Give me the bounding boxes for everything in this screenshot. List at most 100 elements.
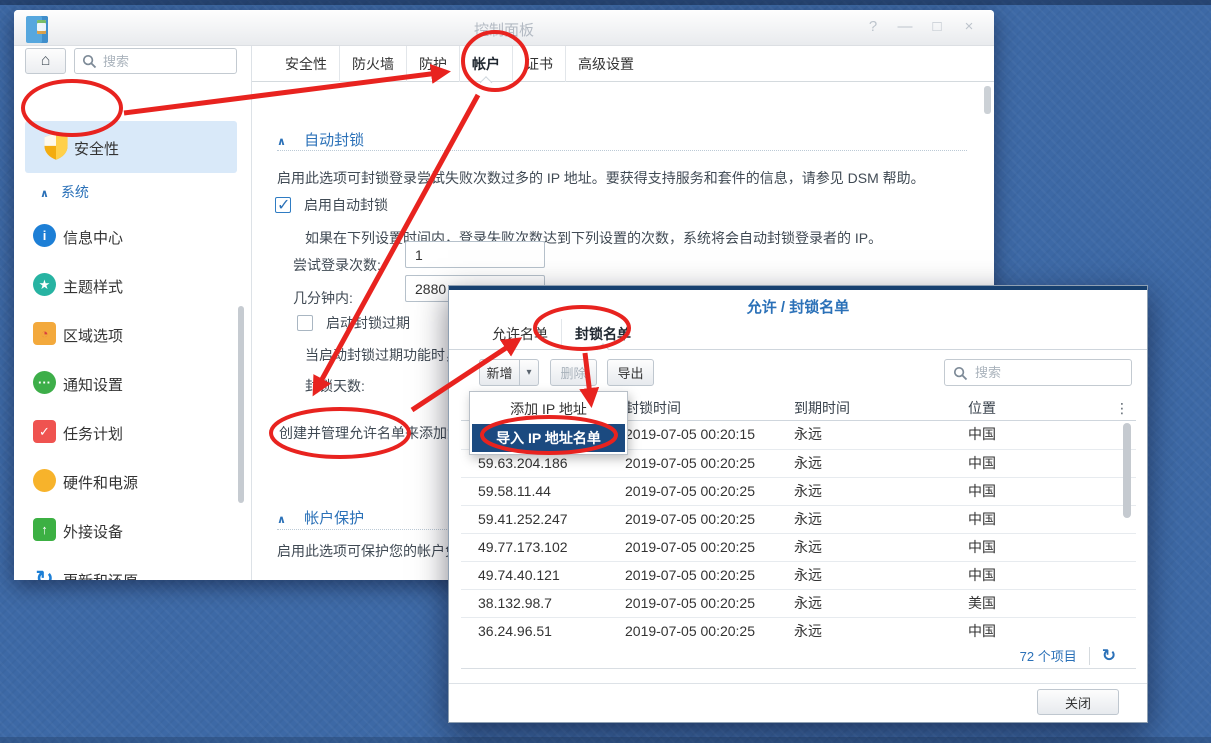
sidebar-item[interactable]: ✓ 任务计划 (14, 407, 252, 456)
sidebar-item[interactable]: ◔ 区域选项 (14, 309, 252, 358)
enable-block-expiration-checkbox[interactable] (297, 315, 313, 331)
column-header-location[interactable]: 位置 (954, 396, 1108, 420)
column-header-blocked-time[interactable]: 封锁时间 (611, 396, 780, 420)
divider (1089, 647, 1090, 665)
attempts-input[interactable] (405, 241, 545, 268)
cell-expires: 永远 (780, 562, 954, 589)
enable-auto-block-checkbox[interactable] (275, 197, 291, 213)
table-row[interactable]: 59.41.252.247 2019-07-05 00:20:25 永远 中国 (461, 505, 1136, 533)
info-icon: i (33, 224, 56, 247)
column-header-expires[interactable]: 到期时间 (780, 396, 954, 420)
cell-location: 中国 (954, 506, 1108, 533)
dialog-top-accent (449, 286, 1147, 290)
cell-location: 中国 (954, 562, 1108, 589)
dialog-search[interactable] (944, 359, 1132, 386)
settings-tab[interactable]: 安全性 (273, 46, 339, 82)
settings-tab[interactable]: 高级设置 (565, 46, 646, 82)
close-icon[interactable]: × (960, 18, 978, 35)
sidebar-item[interactable]: ↑ 外接设备 (14, 505, 252, 554)
table-row[interactable]: 36.24.96.51 2019-07-05 00:20:25 永远 中国 (461, 617, 1136, 641)
dialog-tab[interactable]: 封锁名单 (561, 319, 644, 349)
cell-ip: 38.132.98.7 (461, 590, 611, 617)
sidebar: ⌂ 安全性 ∧系统 (14, 46, 252, 580)
cell-blocked-time: 2019-07-05 00:20:25 (611, 562, 780, 589)
settings-tab[interactable]: 证书 (512, 46, 565, 82)
settings-tab[interactable]: 防护 (406, 46, 459, 82)
table-scrollbar[interactable] (1123, 423, 1131, 518)
help-icon[interactable]: ? (864, 18, 882, 35)
sidebar-scrollbar[interactable] (238, 306, 244, 503)
table-row[interactable]: 59.58.11.44 2019-07-05 00:20:25 永远 中国 (461, 477, 1136, 505)
sidebar-item[interactable]: ★ 主题样式 (14, 260, 252, 309)
table-row[interactable]: 38.132.98.7 2019-07-05 00:20:25 永远 美国 (461, 589, 1136, 617)
sidebar-item[interactable]: 硬件和电源 (14, 456, 252, 505)
desktop: 控制面板 ? — □ × ⌂ (0, 0, 1211, 743)
refresh-icon[interactable]: ↻ (1102, 647, 1116, 664)
dialog-search-input[interactable] (975, 361, 1125, 384)
table-row[interactable]: 49.74.40.121 2019-07-05 00:20:25 永远 中国 (461, 561, 1136, 589)
cell-location: 中国 (954, 421, 1108, 449)
search-icon (82, 54, 97, 69)
cell-ip: 59.58.11.44 (461, 478, 611, 505)
add-dropdown-arrow[interactable]: ▾ (519, 359, 539, 386)
titlebar[interactable]: 控制面板 ? — □ × (14, 10, 994, 46)
cell-expires: 永远 (780, 506, 954, 533)
settings-tab[interactable]: 防火墙 (339, 46, 406, 82)
cell-blocked-time: 2019-07-05 00:20:25 (611, 478, 780, 505)
sidebar-item-label: 通知设置 (63, 374, 123, 395)
sidebar-search[interactable] (74, 48, 237, 74)
sidebar-item-label: 更新和还原 (63, 570, 138, 580)
dialog-tab[interactable]: 允许名单 (479, 319, 561, 349)
home-button[interactable]: ⌂ (25, 48, 66, 74)
cell-location: 中国 (954, 618, 1108, 641)
auto-block-section-header[interactable]: ∧ 自动封锁 (277, 129, 364, 150)
cell-blocked-time: 2019-07-05 00:20:25 (611, 506, 780, 533)
auto-block-rule-text: 如果在下列设置时间内，登录失败次数达到下列设置的次数，系统将会自动封锁登录者的 … (305, 228, 965, 248)
content-scrollbar[interactable] (984, 86, 991, 114)
minutes-label: 几分钟内: (293, 288, 353, 308)
enable-block-expiration-label: 启动封锁过期 (326, 313, 410, 333)
dialog-title: 允许 / 封锁名单 (449, 296, 1147, 317)
sidebar-item-label: 外接设备 (63, 521, 123, 542)
palette-icon: ★ (33, 273, 56, 296)
task-calendar-icon: ✓ (33, 420, 56, 443)
dialog-close-button[interactable]: 关闭 (1037, 689, 1119, 715)
block-days-label: 封锁天数: (305, 376, 365, 396)
sidebar-item-label: 任务计划 (63, 423, 123, 444)
menu-item[interactable]: 添加 IP 地址 (472, 394, 625, 424)
add-button[interactable]: 新增 (479, 359, 520, 386)
cell-ip: 36.24.96.51 (461, 618, 611, 641)
cell-expires: 永远 (780, 421, 954, 449)
export-button[interactable]: 导出 (607, 359, 654, 386)
settings-tab[interactable]: 帐户 (459, 46, 512, 82)
security-shield-icon (42, 132, 70, 162)
account-protection-section-header[interactable]: ∧ 帐户保护 (277, 507, 364, 528)
power-bulb-icon (33, 469, 56, 492)
sidebar-item[interactable]: i 信息中心 (14, 211, 252, 260)
cell-expires: 永远 (780, 590, 954, 617)
cell-blocked-time: 2019-07-05 00:20:25 (611, 450, 780, 477)
update-restore-icon: ↻ (33, 567, 56, 580)
sidebar-item[interactable]: ··· 通知设置 (14, 358, 252, 407)
column-menu-icon[interactable]: ⋮ (1108, 396, 1136, 420)
sidebar-section-system[interactable]: ∧系统 (40, 182, 89, 202)
menu-item[interactable]: 导入 IP 地址名单 (472, 424, 625, 452)
sidebar-item[interactable]: ↻ 更新和还原 (14, 554, 252, 580)
minimize-icon[interactable]: — (896, 18, 914, 35)
cell-ip: 59.41.252.247 (461, 506, 611, 533)
dialog-toolbar: 新增 ▾ 删除 导出 (449, 359, 1147, 386)
maximize-icon[interactable]: □ (928, 18, 946, 35)
search-input[interactable] (103, 50, 231, 72)
delete-button[interactable]: 删除 (550, 359, 597, 386)
sidebar-item-label: 安全性 (74, 138, 119, 159)
divider (449, 683, 1147, 684)
divider (277, 150, 967, 151)
settings-tabbar: 安全性 防火墙 防护 帐户 证书 (252, 46, 994, 82)
sidebar-item-label: 硬件和电源 (63, 472, 138, 493)
window-title: 控制面板 (14, 19, 994, 40)
table-row[interactable]: 49.77.173.102 2019-07-05 00:20:25 永远 中国 (461, 533, 1136, 561)
sidebar-item-security[interactable]: 安全性 (25, 121, 237, 173)
cell-expires: 永远 (780, 478, 954, 505)
external-device-icon: ↑ (33, 518, 56, 541)
cell-location: 中国 (954, 478, 1108, 505)
